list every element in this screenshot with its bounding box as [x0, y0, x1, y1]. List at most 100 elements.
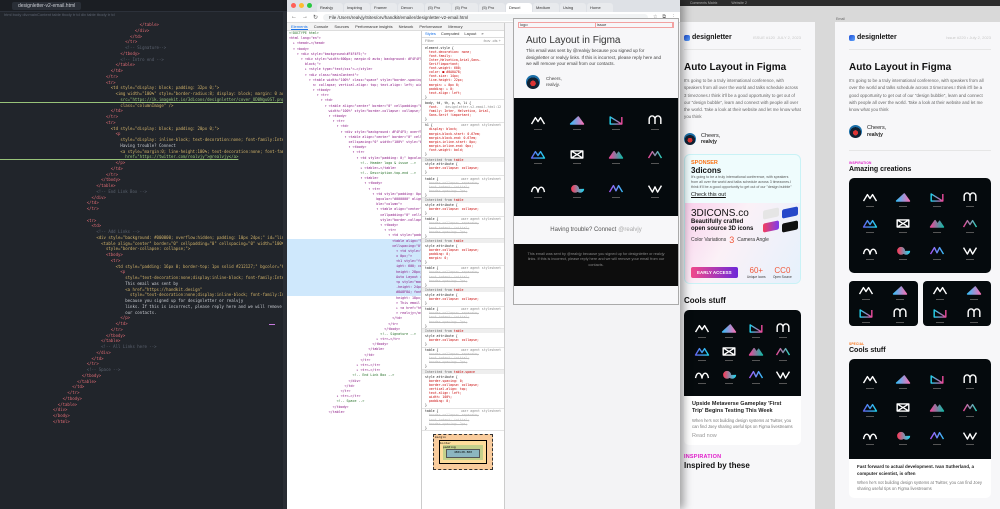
article-card[interactable]: Fast forward to actual development. Ivan… — [849, 359, 991, 499]
rule-close: } — [425, 233, 427, 238]
css-rule[interactable]: style attribute {border-collapse: collap… — [422, 243, 504, 266]
dom-node[interactable]: ▾ <table align="center" border="0" — [287, 207, 421, 212]
dom-node[interactable]: <table align="left" bor — [287, 238, 421, 244]
browser-tab[interactable]: Home — [587, 3, 613, 12]
dom-node[interactable]: cellpadding="0" cellspacing="0" — [287, 213, 421, 218]
section-title: Cools stuff — [684, 296, 726, 306]
code-area[interactable]: </table> </div> </td> </tr> <!-- Signatu… — [0, 20, 287, 425]
logo-mark-icon — [895, 402, 911, 417]
devtools-tab-elements[interactable]: Elements — [291, 24, 308, 30]
logo-caption — [865, 443, 874, 445]
css-rule[interactable]: style attribute {border-collapse: collap… — [422, 203, 504, 217]
figma-tab[interactable]: Comments Matrix — [690, 1, 717, 5]
dom-node[interactable]: </td> — [287, 316, 421, 321]
css-rule[interactable]: style attribute {border-collapse: collap… — [422, 333, 504, 348]
back-icon[interactable]: ← — [291, 14, 297, 20]
elements-tree[interactable]: <!DOCTYPE html> <html lang="en"> ▸ <head… — [287, 31, 421, 509]
browser-tab[interactable]: Using — [560, 3, 586, 12]
browser-tab[interactable]: Descri — [506, 3, 532, 12]
browser-tab[interactable]: Medium — [533, 3, 559, 12]
twitter-link[interactable]: @realvjy — [618, 227, 641, 233]
devtools-tabs: Elements Console Sources Performance insigh… — [287, 23, 504, 31]
styles-filter-input[interactable]: Filter — [425, 38, 434, 43]
inherited-from[interactable]: table — [454, 288, 464, 292]
dom-node[interactable]: #8A8F8A; font- — [287, 290, 421, 296]
logo-caption — [752, 383, 761, 385]
dom-node[interactable]: ▾ <td style="padding: 0;" bgcolor="#FFFF… — [287, 233, 421, 238]
devtools-tab-performance-insights[interactable]: Performance insights — [355, 24, 393, 29]
logo-mark-icon — [895, 192, 911, 208]
browser-tab[interactable]: Realvjy — [317, 3, 343, 12]
logo-mark-icon — [775, 322, 791, 338]
rule-source[interactable]: user agent stylesheet — [461, 123, 501, 127]
issue-placeholder: issue — [596, 23, 673, 27]
email-frame-right[interactable]: designletter Issue #220 • July 2, 2023 A… — [835, 22, 1000, 509]
browser-tab[interactable]: Devon — [398, 3, 424, 12]
devtools-tab-console[interactable]: Console — [314, 24, 329, 29]
3dicons-banner[interactable]: 3DICONS.co Beautifully crafted open sour… — [685, 203, 800, 284]
css-rule[interactable]: element.style {text-decoration: none; fon… — [422, 45, 504, 101]
editor-tab[interactable]: designletter-v2-email.html — [12, 1, 82, 10]
dom-node[interactable]: ight: 600; col — [287, 264, 421, 270]
breadcrumb[interactable]: html body div.mainContent table tbody tr… — [0, 12, 287, 20]
browser-tab[interactable]: (5) Pro — [452, 3, 478, 12]
sponsor-card[interactable]: SPONSER 3dicons It's going to be a truly… — [684, 153, 801, 285]
forward-icon[interactable]: → — [302, 14, 308, 20]
reload-icon[interactable]: ↻ — [313, 14, 318, 21]
browser-tab[interactable]: (5) Pro — [479, 3, 505, 12]
devtools-tab-sources[interactable]: Sources — [334, 24, 349, 29]
styles-tab[interactable]: Styles — [425, 31, 436, 36]
css-rule[interactable]: table {user agent stylesheet border-colla… — [422, 176, 504, 199]
css-rule[interactable]: table {user agent stylesheet border-colla… — [422, 348, 504, 371]
inherited-from[interactable]: table.space — [454, 370, 475, 374]
logo-caption — [899, 232, 908, 234]
css-rule[interactable]: style attribute {border-spacing: 0; borde… — [422, 374, 504, 409]
css-rule[interactable]: body, td, th, p, a, li {designletter-v2-… — [422, 100, 504, 123]
frame-label[interactable]: Email — [836, 17, 845, 21]
css-rule[interactable]: style attribute {border-collapse: collap… — [422, 162, 504, 176]
css-rule[interactable]: h1 {user agent stylesheet display: block;… — [422, 123, 504, 158]
css-rule[interactable]: table {user agent stylesheet border-colla… — [422, 409, 504, 432]
css-rule[interactable]: table {user agent stylesheet border-colla… — [422, 217, 504, 240]
dom-node[interactable]: ▾ <td style="padding: 0;" bgcolor="#F4F4… — [287, 156, 421, 161]
rule-close: } — [425, 323, 427, 328]
image-card[interactable] — [849, 178, 991, 274]
image-card-small[interactable] — [849, 281, 918, 327]
article-card[interactable]: Upside Metaverse Gameplay 'First Trip' B… — [684, 310, 801, 445]
card-meta[interactable]: Read now — [692, 433, 793, 439]
window-controls[interactable] — [291, 3, 312, 8]
dom-node[interactable]: </table> — [287, 410, 421, 415]
css-rule[interactable]: table {user agent stylesheet border-colla… — [422, 266, 504, 289]
inherited-from[interactable]: table — [454, 239, 464, 243]
devtools-tab-memory[interactable]: Memory — [448, 24, 462, 29]
styles-tab[interactable]: Computed — [441, 31, 459, 36]
styles-filter-tools[interactable]: :hov .cls + — [483, 38, 501, 43]
browser-tab[interactable]: Framer — [371, 3, 397, 12]
image-card-small[interactable] — [922, 281, 991, 327]
figma-canvas[interactable]: Comments Matrix Website 2 Email designle… — [680, 0, 1000, 509]
rule-source[interactable]: user agent stylesheet — [461, 177, 501, 181]
inherited-from[interactable]: table — [454, 198, 464, 202]
email-frame-left[interactable]: designletter ISSUE #120 JULY 2, 2023 Aut… — [680, 22, 815, 509]
inherited-from[interactable]: table — [454, 329, 464, 333]
dom-node[interactable]: height: 18px; t — [287, 296, 421, 301]
browser-tab[interactable]: (5) Pro — [425, 3, 451, 12]
devtools-tab-network[interactable]: Network — [399, 24, 414, 29]
browser-tab[interactable]: Inspiring — [344, 3, 370, 12]
css-rule[interactable]: table {user agent stylesheet border-colla… — [422, 307, 504, 330]
inherited-from[interactable]: table — [454, 158, 464, 162]
styles-tab[interactable]: » — [481, 31, 483, 36]
logo-mark-icon — [929, 402, 945, 417]
logo-grid-image — [849, 359, 991, 460]
styles-tab[interactable]: Layout — [464, 31, 476, 36]
sponsor-link[interactable]: Check this out — [691, 192, 794, 198]
stat-number: CC0 — [774, 266, 791, 276]
figma-tab[interactable]: Website 2 — [731, 1, 747, 5]
dom-node[interactable]: ▾ <div style="background: #F4F4F5; overf… — [287, 130, 421, 135]
devtools-tab-performance[interactable]: Performance — [419, 24, 442, 29]
css-rule[interactable]: style attribute {border-collapse: collap… — [422, 292, 504, 307]
early-access-button[interactable]: EARLY ACCESS — [691, 267, 738, 279]
page-viewport[interactable]: logo issue Auto Layout in Figma This ema… — [505, 18, 680, 509]
logo-caption — [932, 387, 941, 389]
logo-caption — [966, 415, 975, 417]
